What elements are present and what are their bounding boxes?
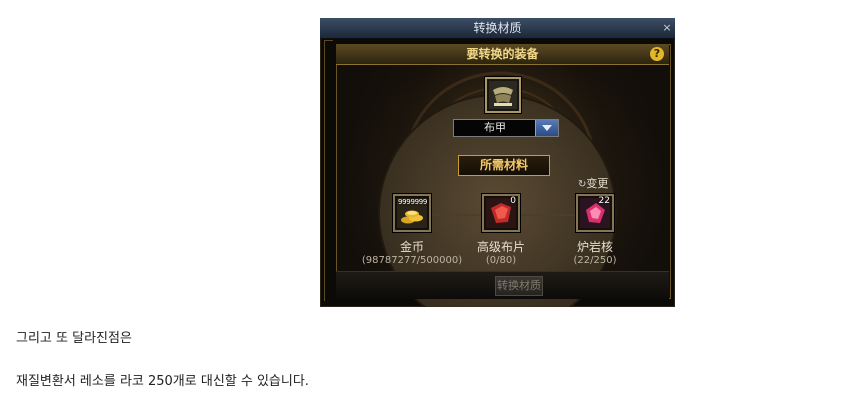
- gold-slot-count: 9999999: [398, 198, 428, 206]
- materials-header: 所需材料: [479, 158, 528, 172]
- material-slot-cloth[interactable]: 0: [482, 194, 520, 232]
- help-icon[interactable]: ?: [650, 47, 664, 61]
- change-button[interactable]: ↻变更: [578, 177, 608, 191]
- frame-ornament: [324, 40, 333, 301]
- dialog-title: 转换材质: [473, 21, 522, 35]
- material-name-crystal: 炉岩核: [576, 240, 613, 254]
- crystal-slot-count: 22: [598, 196, 610, 206]
- equipment-slot[interactable]: [485, 77, 521, 113]
- material-slot-gold[interactable]: 9999999: [393, 194, 431, 232]
- change-label: 变更: [586, 177, 609, 190]
- materials-header-box: 所需材料: [458, 155, 550, 176]
- close-icon[interactable]: ×: [661, 18, 673, 38]
- chevron-down-icon[interactable]: [535, 120, 558, 136]
- dialog-titlebar[interactable]: 转换材质 ×: [320, 18, 675, 39]
- material-slot-crystal[interactable]: 22: [576, 194, 614, 232]
- material-qty-crystal: (22/250): [573, 255, 617, 266]
- dialog-footer: 转换材质: [336, 271, 669, 299]
- page-text-line-2: 재질변환서 레소를 라코 250개로 대신할 수 있습니다.: [16, 374, 309, 389]
- armor-type-select[interactable]: 布甲: [453, 119, 559, 137]
- equip-header-title: 要转换的装备: [466, 47, 539, 61]
- page-text-line-1: 그리고 또 달라진점은: [16, 331, 132, 346]
- armor-type-value: 布甲: [484, 121, 506, 134]
- convert-material-dialog: 转换材质 × 要转换的装备 ? 布甲 所需材料 ↻变更 9999999 金币 (…: [320, 18, 675, 307]
- cloth-armor-icon: [489, 81, 517, 109]
- cloth-slot-count: 0: [510, 196, 516, 206]
- equip-header-bar: 要转换的装备 ?: [336, 44, 669, 65]
- convert-button[interactable]: 转换材质: [495, 276, 543, 296]
